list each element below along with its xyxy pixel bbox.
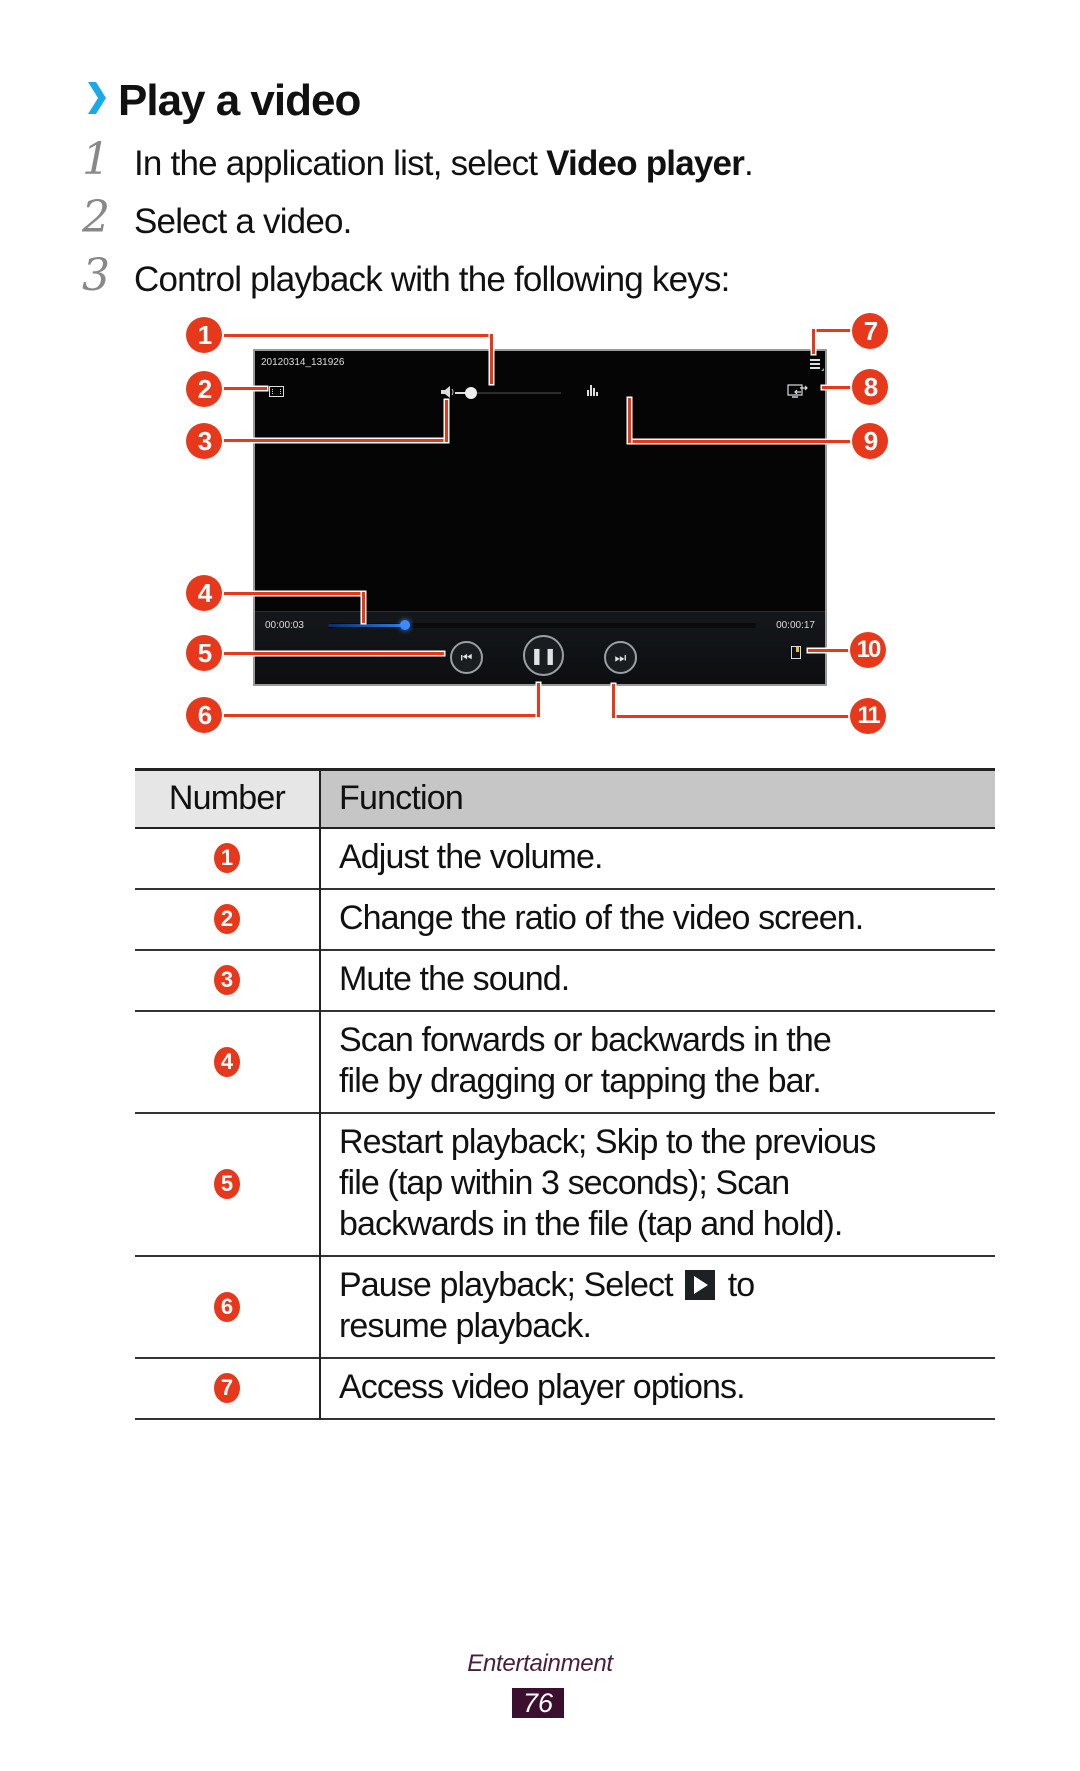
- callout-line: [222, 439, 448, 442]
- video-player-screenshot: 20120314_131926 00:00:03 00:00:17 ⏮ ❚❚ ⏭: [253, 349, 827, 686]
- step-1-text: In the application list, select Video pl…: [134, 144, 754, 183]
- number-badge: 7: [214, 1373, 240, 1403]
- callout-line: [222, 387, 267, 390]
- callout-line: [812, 329, 815, 354]
- callout-line: [812, 329, 852, 332]
- callout-line: [537, 683, 540, 717]
- callout-7: 7: [852, 313, 888, 349]
- number-badge: 3: [214, 965, 240, 995]
- total-time: 00:00:17: [776, 620, 815, 631]
- callout-9: 9: [852, 423, 888, 459]
- callout-11: 11: [850, 698, 886, 734]
- callout-line: [362, 592, 365, 623]
- function-text: Mute the sound.: [339, 959, 570, 998]
- table-header-row: Number Function: [135, 769, 995, 828]
- page-number: 76: [512, 1688, 564, 1718]
- callout-line: [222, 652, 444, 655]
- current-time: 00:00:03: [265, 620, 304, 631]
- number-badge: 2: [214, 904, 240, 934]
- function-text: Change the ratio of the video screen.: [339, 898, 864, 937]
- step-3-text: Control playback with the following keys…: [134, 260, 730, 299]
- callout-line: [822, 386, 852, 389]
- section-name: Entertainment: [467, 1650, 613, 1677]
- step-number: 1: [82, 134, 110, 185]
- function-text: Pause playback; Select to resume playbac…: [339, 1265, 755, 1345]
- callout-line: [628, 398, 631, 443]
- callout-line: [808, 649, 850, 652]
- table-row: 2 Change the ratio of the video screen.: [135, 888, 995, 950]
- bookmark-icon[interactable]: [791, 646, 801, 659]
- callout-3: 3: [186, 423, 222, 459]
- number-badge: 1: [214, 843, 240, 873]
- step-number: 3: [82, 250, 110, 301]
- number-badge: 5: [214, 1169, 240, 1199]
- step-2-text: Select a video.: [134, 202, 352, 241]
- table-row: 4 Scan forwards or backwards in the file…: [135, 1010, 995, 1113]
- next-button[interactable]: ⏭: [604, 641, 637, 674]
- pause-icon: ❚❚: [530, 647, 557, 665]
- table-row: 3 Mute the sound.: [135, 949, 995, 1011]
- sound-effect-icon[interactable]: [586, 384, 600, 396]
- pause-button[interactable]: ❚❚: [523, 635, 564, 676]
- callout-5: 5: [186, 635, 222, 671]
- volume-knob[interactable]: [465, 387, 477, 399]
- allshare-screen-icon[interactable]: [787, 383, 811, 399]
- callout-line: [445, 400, 448, 442]
- step-number: 2: [82, 192, 110, 243]
- progress-fill: [328, 624, 406, 627]
- function-table: Number Function 1 Adjust the volume. 2 C…: [135, 768, 995, 1420]
- number-badge: 6: [214, 1291, 240, 1322]
- callout-line: [628, 440, 852, 443]
- callout-line: [222, 592, 365, 595]
- page-title: Play a video: [118, 76, 361, 125]
- number-badge: 4: [214, 1046, 240, 1077]
- function-text: Adjust the volume.: [339, 837, 603, 876]
- previous-button[interactable]: ⏮: [450, 641, 483, 674]
- table-row: 7 Access video player options.: [135, 1357, 995, 1419]
- playback-control-bar: 00:00:03 00:00:17 ⏮ ❚❚ ⏭: [255, 611, 825, 684]
- header-function: Function: [320, 769, 995, 828]
- callout-1: 1: [186, 317, 222, 353]
- app-name: Video player: [546, 144, 745, 183]
- callout-2: 2: [186, 371, 222, 407]
- function-text: Restart playback; Skip to the previous f…: [339, 1122, 876, 1243]
- next-track-icon: ⏭: [614, 649, 627, 665]
- progress-bar[interactable]: [328, 620, 756, 630]
- screen-ratio-icon[interactable]: [269, 386, 284, 397]
- progress-knob[interactable]: [400, 620, 411, 630]
- callout-line: [490, 334, 493, 384]
- callout-8: 8: [852, 369, 888, 405]
- callout-4: 4: [186, 575, 222, 611]
- menu-icon[interactable]: [810, 358, 824, 372]
- callout-6: 6: [186, 697, 222, 733]
- callout-line: [612, 715, 850, 718]
- table-row: 1 Adjust the volume.: [135, 827, 995, 889]
- callout-10: 10: [850, 632, 886, 668]
- callout-line: [612, 684, 615, 718]
- table-row: 6 Pause playback; Select to resume playb…: [135, 1255, 995, 1358]
- video-file-name: 20120314_131926: [261, 357, 345, 368]
- chevron-right-icon: [88, 82, 106, 114]
- table-row: 5 Restart playback; Skip to the previous…: [135, 1112, 995, 1256]
- callout-line: [222, 334, 492, 337]
- function-text: Access video player options.: [339, 1367, 746, 1406]
- function-text: Scan forwards or backwards in the file b…: [339, 1020, 832, 1100]
- previous-track-icon: ⏮: [460, 649, 473, 665]
- callout-line: [222, 714, 540, 717]
- play-icon: [685, 1269, 716, 1300]
- header-number: Number: [135, 769, 321, 828]
- volume-slider[interactable]: [455, 387, 565, 399]
